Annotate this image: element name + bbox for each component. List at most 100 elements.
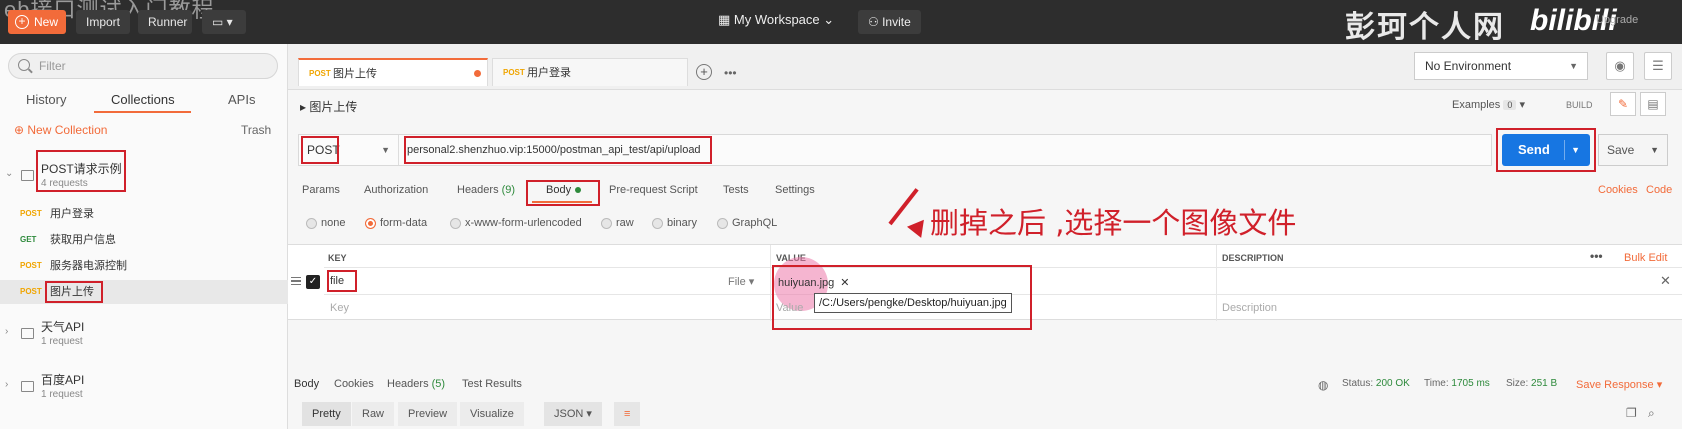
trash-link[interactable]: Trash xyxy=(241,123,271,137)
tab-collections[interactable]: Collections xyxy=(111,92,175,107)
globe-icon[interactable]: ◍ xyxy=(1318,378,1328,392)
sidebar-request-item[interactable]: GET 获取用户信息 xyxy=(0,228,288,252)
close-icon[interactable]: ✕ xyxy=(840,277,849,289)
new-button[interactable]: + New xyxy=(8,10,66,34)
response-tab-headers[interactable]: Headers (5) xyxy=(387,378,445,390)
examples-label: Examples xyxy=(1452,99,1501,111)
key-input[interactable]: file xyxy=(330,275,344,287)
request-name: 用户登录 xyxy=(50,208,94,220)
tab-history[interactable]: History xyxy=(26,92,66,107)
workspace-label: My Workspace xyxy=(733,12,820,27)
new-window-button[interactable]: ▭ ▾ xyxy=(202,10,246,34)
wrap-lines-icon[interactable]: ≡ xyxy=(614,402,641,426)
save-response-label: Save Response xyxy=(1576,379,1654,391)
type-select[interactable]: File ▾ xyxy=(728,275,754,288)
radio-raw[interactable]: raw xyxy=(601,217,634,229)
view-pretty-button[interactable]: Pretty xyxy=(302,402,351,426)
copy-icon[interactable]: ❐ xyxy=(1626,406,1637,420)
tab-params[interactable]: Params xyxy=(302,184,340,196)
sidebar-request-item-selected[interactable]: POST 图片上传 xyxy=(0,280,288,304)
method-select[interactable]: POST ▼ xyxy=(299,135,399,165)
method-label: POST xyxy=(307,143,340,157)
chevron-down-icon: ▼ xyxy=(1571,145,1580,155)
edit-icon[interactable]: ✎ xyxy=(1610,92,1636,116)
new-collection-button[interactable]: ⊕ New Collection xyxy=(14,123,107,137)
bulk-edit-link[interactable]: Bulk Edit xyxy=(1624,252,1667,264)
filter-placeholder: Filter xyxy=(39,59,66,73)
format-label: JSON xyxy=(554,408,584,420)
runner-button[interactable]: Runner xyxy=(138,10,192,34)
chevron-down-icon: ⌄ xyxy=(5,168,14,179)
unsaved-dot-icon xyxy=(474,70,481,77)
new-description-input[interactable]: Description xyxy=(1222,302,1277,314)
collection-item[interactable]: › 百度API 1 request xyxy=(0,365,288,417)
delete-row-icon[interactable]: ✕ xyxy=(1660,273,1671,289)
tab-request-active[interactable]: POST 图片上传 xyxy=(298,58,488,86)
radio-binary[interactable]: binary xyxy=(652,217,697,229)
collection-count: 1 request xyxy=(41,336,83,347)
drag-handle-icon[interactable] xyxy=(291,277,301,285)
tab-body[interactable]: Body xyxy=(546,184,582,196)
response-tab-body[interactable]: Body xyxy=(294,378,319,390)
size-label: Size: xyxy=(1506,378,1529,389)
collection-item[interactable]: ⌄ POST请求示例 4 requests xyxy=(0,154,288,204)
radio-form-data[interactable]: form-data xyxy=(365,217,427,229)
collection-name: 百度API xyxy=(41,373,85,387)
upgrade-button[interactable]: Upgrade xyxy=(1596,14,1638,26)
workspace-selector[interactable]: ▦ My Workspace ⌄ xyxy=(718,12,834,28)
more-tabs-icon[interactable]: ••• xyxy=(724,66,737,80)
send-label: Send xyxy=(1518,142,1550,157)
more-icon[interactable]: ••• xyxy=(1590,249,1603,263)
response-tab-cookies[interactable]: Cookies xyxy=(334,378,374,390)
response-tab-test-results[interactable]: Test Results xyxy=(462,378,522,390)
radio-graphql[interactable]: GraphQL xyxy=(717,217,777,229)
divider xyxy=(770,245,771,321)
sidebar-request-item[interactable]: POST 服务器电源控制 xyxy=(0,254,288,278)
collection-count: 1 request xyxy=(41,389,83,400)
request-title-label: 图片上传 xyxy=(309,100,358,114)
view-visualize-button[interactable]: Visualize xyxy=(460,402,524,426)
save-response-button[interactable]: Save Response ▾ xyxy=(1576,378,1662,391)
tab-authorization[interactable]: Authorization xyxy=(364,184,428,196)
environment-select[interactable]: No Environment ▼ xyxy=(1414,52,1588,80)
save-button[interactable]: Save ▼ xyxy=(1598,134,1668,166)
tab-prerequest-script[interactable]: Pre-request Script xyxy=(609,184,698,196)
code-link[interactable]: Code xyxy=(1646,184,1672,196)
tab-headers[interactable]: Headers (9) xyxy=(457,184,515,196)
filter-input[interactable]: Filter xyxy=(8,53,278,79)
tab-settings[interactable]: Settings xyxy=(775,184,815,196)
tab-apis[interactable]: APIs xyxy=(228,92,255,107)
sidebar-request-item[interactable]: POST 用户登录 xyxy=(0,202,288,226)
send-button[interactable]: Send ▼ xyxy=(1502,134,1590,166)
tab-request[interactable]: POST 用户登录 xyxy=(492,58,688,86)
view-preview-button[interactable]: Preview xyxy=(398,402,458,426)
radio-none[interactable]: none xyxy=(306,217,345,229)
row-checkbox[interactable]: ✓ xyxy=(306,275,320,289)
chevron-right-icon: › xyxy=(5,379,9,390)
search-icon[interactable]: ⌕ xyxy=(1648,406,1655,421)
view-raw-button[interactable]: Raw xyxy=(352,402,395,426)
radio-urlencoded[interactable]: x-www-form-urlencoded xyxy=(450,217,582,229)
chevron-down-icon: ▾ xyxy=(586,408,592,420)
request-title[interactable]: ▸ 图片上传 xyxy=(300,98,357,115)
add-tab-button[interactable]: + xyxy=(696,64,712,80)
settings-sliders-icon[interactable]: ☰ xyxy=(1644,52,1672,80)
tab-tests[interactable]: Tests xyxy=(723,184,749,196)
response-panel: Body Cookies Headers (5) Test Results ◍ … xyxy=(288,368,1682,429)
format-select[interactable]: JSON ▾ xyxy=(544,402,602,426)
new-key-input[interactable]: Key xyxy=(330,302,349,314)
annotation-arrowhead xyxy=(906,214,932,238)
cookies-link[interactable]: Cookies xyxy=(1598,184,1638,196)
request-name: 图片上传 xyxy=(50,286,94,298)
comment-icon[interactable]: ▤ xyxy=(1640,92,1666,116)
collection-name: POST请求示例 xyxy=(41,162,122,176)
file-chip[interactable]: huiyuan.jpg ✕ xyxy=(776,274,852,292)
examples-dropdown[interactable]: Examples 0 ▾ xyxy=(1452,98,1525,111)
size-readout: Size: 251 B xyxy=(1506,378,1557,389)
url-input[interactable]: personal2.shenzhuo.vip:15000/postman_api… xyxy=(407,135,701,165)
new-value-input[interactable]: Value xyxy=(776,302,803,314)
invite-button[interactable]: ⚇ Invite xyxy=(858,10,921,34)
import-button[interactable]: Import xyxy=(76,10,130,34)
eye-icon[interactable]: ◉ xyxy=(1606,52,1634,80)
collection-item[interactable]: › 天气API 1 request xyxy=(0,312,288,364)
